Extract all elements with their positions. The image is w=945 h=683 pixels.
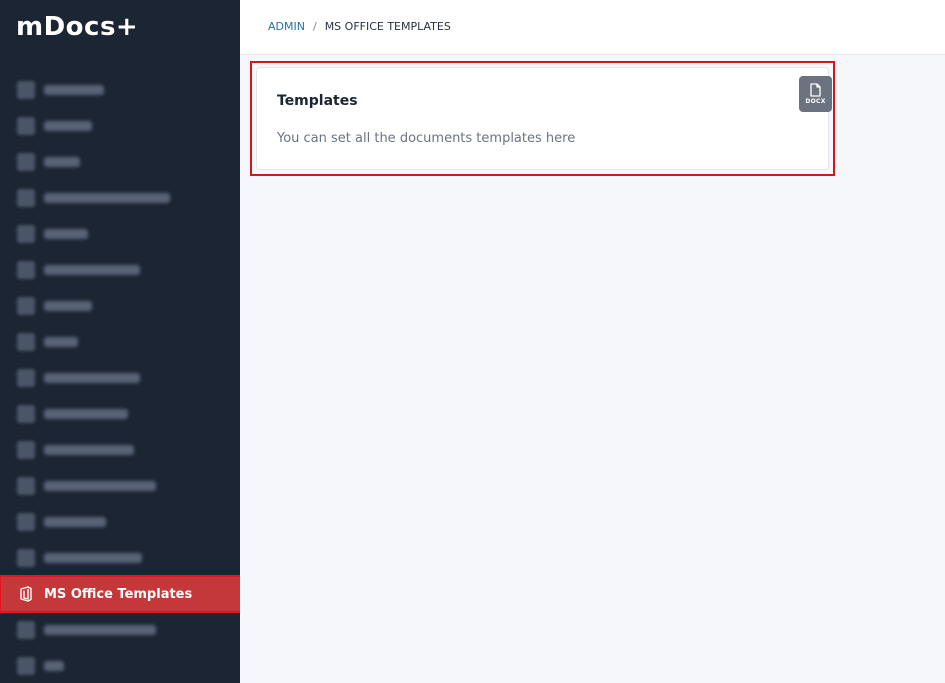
topbar: ADMIN / MS OFFICE TEMPLATES xyxy=(240,0,945,55)
blurred-icon xyxy=(17,297,35,315)
sidebar-item-4[interactable] xyxy=(0,216,240,252)
blurred-icon xyxy=(17,549,35,567)
sidebar-item-label-blurred xyxy=(44,373,140,383)
sidebar-item-label-blurred xyxy=(44,625,156,635)
sidebar-item-label-blurred xyxy=(44,661,64,671)
sidebar-item-3[interactable] xyxy=(0,180,240,216)
breadcrumb-admin-link[interactable]: ADMIN xyxy=(268,20,305,33)
file-icon xyxy=(810,83,821,97)
blurred-icon xyxy=(17,405,35,423)
blurred-icon xyxy=(17,153,35,171)
sidebar-item-label-blurred xyxy=(44,553,142,563)
sidebar-item-15[interactable] xyxy=(0,612,240,648)
sidebar-item-label-blurred xyxy=(44,229,88,239)
sidebar-item-8[interactable] xyxy=(0,360,240,396)
blurred-icon xyxy=(17,261,35,279)
sidebar-item-16[interactable] xyxy=(0,648,240,683)
sidebar-item-label-blurred xyxy=(44,193,170,203)
office-icon xyxy=(17,585,35,603)
sidebar-item-label-blurred xyxy=(44,157,80,167)
docx-template-button[interactable]: DOCX xyxy=(799,76,832,112)
breadcrumb-current: MS OFFICE TEMPLATES xyxy=(324,20,451,33)
app-logo[interactable]: mDocs+ xyxy=(16,12,138,42)
sidebar-item-label-blurred xyxy=(44,445,134,455)
sidebar-item-label-blurred xyxy=(44,517,106,527)
sidebar-item-label-blurred xyxy=(44,265,140,275)
sidebar-item-label-blurred xyxy=(44,337,78,347)
sidebar-nav: MS Office Templates xyxy=(0,72,242,683)
blurred-icon xyxy=(17,657,35,675)
sidebar-item-10[interactable] xyxy=(0,432,240,468)
sidebar-item-9[interactable] xyxy=(0,396,240,432)
sidebar-item-2[interactable] xyxy=(0,144,240,180)
blurred-icon xyxy=(17,189,35,207)
sidebar-item-7[interactable] xyxy=(0,324,240,360)
main-content: Templates You can set all the documents … xyxy=(240,56,945,683)
templates-card: Templates You can set all the documents … xyxy=(256,67,832,170)
sidebar-item-label-blurred xyxy=(44,121,92,131)
sidebar: mDocs+ MS Office Templates xyxy=(0,0,242,683)
blurred-icon xyxy=(17,621,35,639)
sidebar-item-11[interactable] xyxy=(0,468,240,504)
breadcrumb: ADMIN / MS OFFICE TEMPLATES xyxy=(268,20,451,33)
blurred-icon xyxy=(17,441,35,459)
sidebar-item-0[interactable] xyxy=(0,72,240,108)
blurred-icon xyxy=(17,369,35,387)
blurred-icon xyxy=(17,81,35,99)
blurred-icon xyxy=(17,513,35,531)
blurred-icon xyxy=(17,477,35,495)
docx-label: DOCX xyxy=(805,98,826,105)
sidebar-item-label-blurred xyxy=(44,301,92,311)
card-title: Templates xyxy=(277,93,358,109)
blurred-icon xyxy=(17,117,35,135)
sidebar-item-6[interactable] xyxy=(0,288,240,324)
breadcrumb-separator: / xyxy=(312,20,317,33)
sidebar-item-label: MS Office Templates xyxy=(44,586,193,602)
sidebar-item-13[interactable] xyxy=(0,540,240,576)
sidebar-item-label-blurred xyxy=(44,85,104,95)
blurred-icon xyxy=(17,333,35,351)
sidebar-item-5[interactable] xyxy=(0,252,240,288)
card-description: You can set all the documents templates … xyxy=(277,131,576,146)
sidebar-item-12[interactable] xyxy=(0,504,240,540)
sidebar-item-label-blurred xyxy=(44,481,156,491)
sidebar-item-label-blurred xyxy=(44,409,128,419)
sidebar-item-ms-office-templates[interactable]: MS Office Templates xyxy=(0,575,242,613)
sidebar-item-1[interactable] xyxy=(0,108,240,144)
blurred-icon xyxy=(17,225,35,243)
